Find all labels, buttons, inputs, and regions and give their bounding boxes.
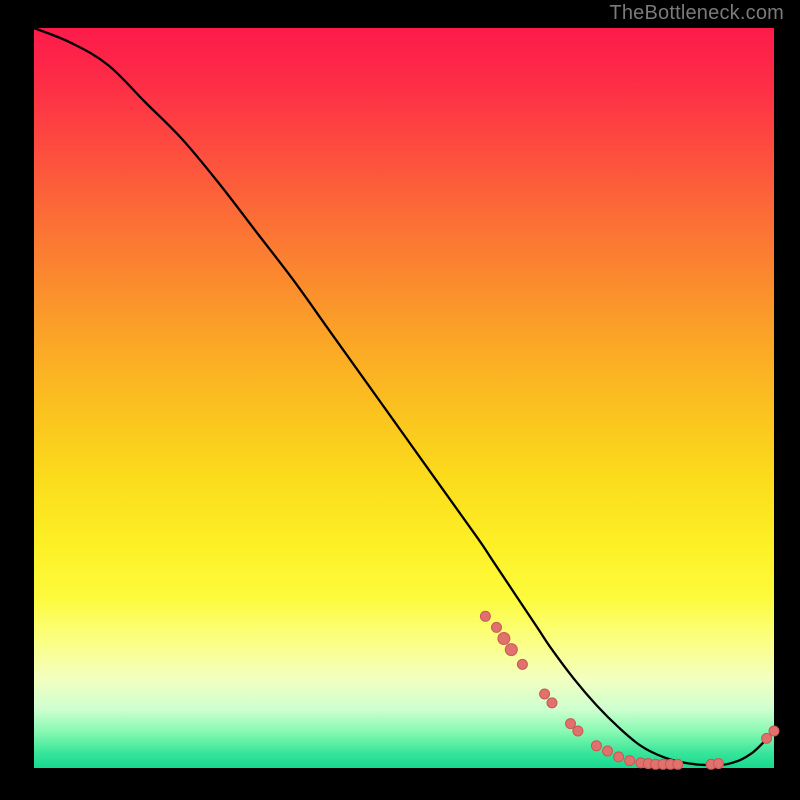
data-marker xyxy=(547,698,557,708)
plot-area xyxy=(34,28,774,768)
data-marker xyxy=(498,633,510,645)
data-marker xyxy=(591,741,601,751)
data-marker xyxy=(566,719,576,729)
data-marker xyxy=(614,752,624,762)
data-marker xyxy=(673,759,683,769)
data-marker xyxy=(714,759,724,769)
watermark-text: TheBottleneck.com xyxy=(609,2,784,25)
data-marker xyxy=(480,611,490,621)
data-marker xyxy=(540,689,550,699)
data-marker xyxy=(603,746,613,756)
data-marker xyxy=(573,726,583,736)
chart-svg xyxy=(34,28,774,768)
data-markers xyxy=(480,611,779,769)
data-marker xyxy=(769,726,779,736)
data-marker xyxy=(625,756,635,766)
data-marker xyxy=(492,622,502,632)
data-marker xyxy=(517,659,527,669)
bottleneck-curve xyxy=(34,28,774,765)
data-marker xyxy=(505,644,517,656)
data-marker xyxy=(762,733,772,743)
chart-frame: TheBottleneck.com xyxy=(0,0,800,800)
